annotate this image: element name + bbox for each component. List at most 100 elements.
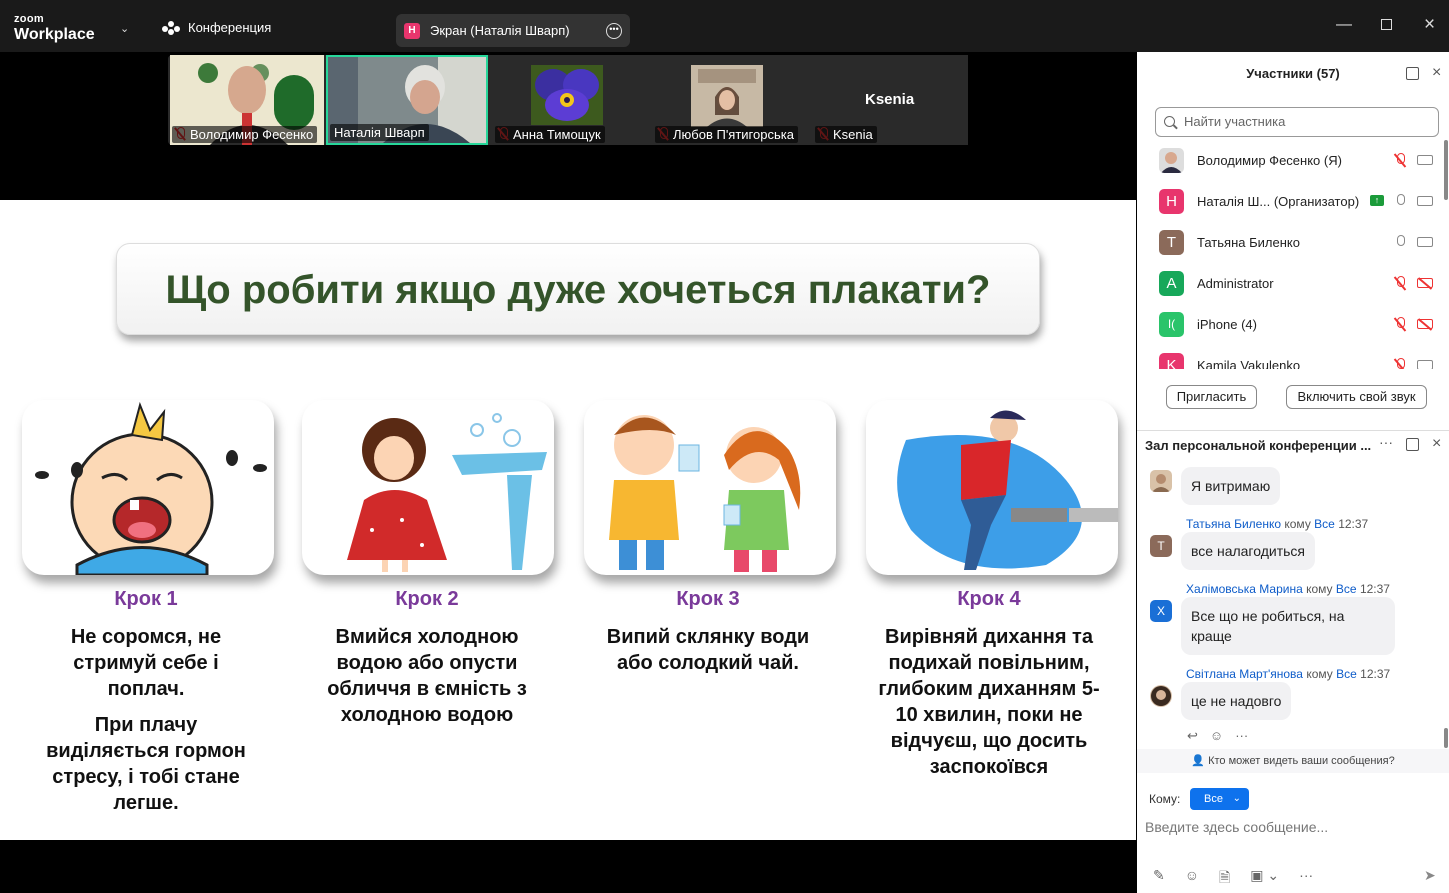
sender-name[interactable]: Світлана Март'янова: [1186, 667, 1303, 681]
more-options-icon[interactable]: •••: [606, 22, 622, 39]
chat-message-input[interactable]: Введите здесь сообщение...: [1145, 819, 1328, 835]
screenshot-icon[interactable]: ▣ ⌄: [1250, 867, 1279, 891]
unmute-button[interactable]: Включить свой звук: [1286, 385, 1427, 409]
maximize-icon[interactable]: [1381, 19, 1392, 30]
brand-small: zoom: [14, 13, 44, 25]
participant-row[interactable]: K Kamila Vakulenko: [1137, 345, 1449, 369]
conference-button[interactable]: Конференция: [162, 20, 271, 35]
brand-big: Workplace: [14, 26, 95, 43]
chevron-down-icon[interactable]: ⌄: [120, 22, 129, 35]
timestamp: 12:37: [1360, 667, 1391, 681]
participants-title: Участники (57): [1246, 66, 1340, 81]
invite-button[interactable]: Пригласить: [1166, 385, 1257, 409]
video-tile[interactable]: Любов П'ятигорська: [653, 55, 813, 145]
person-breathing-image: [897, 410, 1118, 570]
popout-icon[interactable]: [1406, 438, 1419, 451]
participant-name: Наталія Шварп: [330, 124, 429, 141]
sender-avatar: [1150, 470, 1172, 492]
sender-avatar: X: [1150, 600, 1172, 622]
video-tile[interactable]: Володимир Фесенко: [170, 55, 324, 145]
participant-row[interactable]: H Наталія Ш... (Организатор) ↑: [1137, 181, 1449, 222]
format-text-icon[interactable]: ✎: [1153, 867, 1165, 891]
chat-scrollbar[interactable]: [1444, 728, 1448, 748]
privacy-notice[interactable]: 👤 Кто может видеть ваши сообщения?: [1137, 749, 1449, 773]
sender-name[interactable]: Халімовська Марина: [1186, 582, 1303, 596]
step-1-label: Крок 1: [114, 588, 178, 610]
timestamp: 12:37: [1359, 582, 1390, 596]
participant-name: Administrator: [1197, 276, 1274, 291]
participant-row[interactable]: T Татьяна Биленко: [1137, 222, 1449, 263]
step-2-text: Вмийся холодною водою або опусти обличчя…: [316, 624, 538, 728]
participant-avatar: H: [1159, 189, 1184, 214]
minimize-icon[interactable]: —: [1336, 16, 1352, 34]
participant-name: Володимир Фесенко: [172, 126, 318, 143]
emoji-react-icon[interactable]: ☺: [1210, 728, 1223, 744]
top-bar: zoom Workplace ⌄ Конференция H Экран (На…: [0, 0, 1449, 52]
message-meta: Татьяна Биленко кому Все 12:37: [1186, 517, 1368, 531]
screen-share-indicator[interactable]: H Экран (Наталія Шварп) •••: [396, 14, 630, 47]
more-icon[interactable]: ···: [1299, 867, 1313, 891]
video-tile[interactable]: Ksenia Ksenia: [813, 55, 968, 145]
mic-off-icon[interactable]: [1395, 358, 1405, 369]
close-icon[interactable]: ×: [1432, 436, 1445, 452]
popout-icon[interactable]: [1406, 67, 1419, 80]
step-3-illustration: [584, 400, 836, 575]
camera-icon[interactable]: [1417, 196, 1433, 206]
participant-row[interactable]: A Administrator: [1137, 263, 1449, 304]
file-icon[interactable]: 🗎: [1219, 867, 1230, 891]
more-icon[interactable]: ···: [1379, 435, 1393, 450]
mic-off-icon[interactable]: [1395, 317, 1405, 331]
step-4-text-line: Вирівняй дихання та подихай повільним, г…: [878, 626, 1100, 778]
recipient[interactable]: Все: [1336, 667, 1357, 681]
chat-message: це не надовго: [1181, 682, 1292, 720]
emoji-icon[interactable]: ☺: [1185, 867, 1199, 891]
side-panel: Участники (57) × Найти участника Володим…: [1137, 52, 1449, 893]
camera-icon[interactable]: [1417, 237, 1433, 247]
sharer-avatar: H: [404, 22, 420, 39]
participant-avatar: [1159, 148, 1184, 173]
timestamp: 12:37: [1338, 517, 1369, 531]
mic-icon[interactable]: [1395, 235, 1405, 249]
step-1-text-line: При плачу виділяється гормон стресу, і т…: [46, 714, 246, 814]
close-window-icon[interactable]: ×: [1424, 14, 1435, 36]
video-tile-active-speaker[interactable]: Наталія Шварп: [326, 55, 488, 145]
recipient-select[interactable]: Все ⌄: [1190, 788, 1249, 810]
participants-scrollbar[interactable]: [1444, 140, 1448, 200]
step-1-text: Не соромся, не стримуй себе і поплач. Пр…: [36, 624, 256, 816]
slide-title: Що робити якщо дуже хочеться плакати?: [165, 268, 991, 312]
step-4-label: Крок 4: [957, 588, 1021, 610]
camera-icon[interactable]: [1417, 155, 1433, 165]
more-icon[interactable]: ···: [1235, 728, 1248, 744]
mic-off-icon[interactable]: [1395, 153, 1405, 167]
zoom-logo[interactable]: zoom Workplace: [14, 14, 95, 43]
participant-row[interactable]: Володимир Фесенко (Я): [1137, 140, 1449, 181]
screen-share-icon: ↑: [1370, 195, 1384, 206]
recipient[interactable]: Все: [1336, 582, 1357, 596]
video-strip: Володимир Фесенко Наталія Шварп Анна Тим…: [168, 55, 968, 145]
step-3-text: Випий склянку води або солодкий чай.: [596, 624, 820, 676]
camera-off-icon[interactable]: [1417, 319, 1433, 329]
video-tile[interactable]: Анна Тимощук: [493, 55, 653, 145]
mic-off-icon[interactable]: [1395, 276, 1405, 290]
chat-toolbar: ✎ ☺ 🗎 ▣ ⌄ ···: [1153, 867, 1313, 891]
close-icon[interactable]: ×: [1432, 65, 1445, 81]
participant-name: Татьяна Биленко: [1197, 235, 1300, 250]
participant-row[interactable]: I( iPhone (4): [1137, 304, 1449, 345]
to-word: кому: [1306, 582, 1333, 596]
send-icon[interactable]: ➤: [1424, 867, 1436, 884]
sender-name[interactable]: Татьяна Биленко: [1186, 517, 1281, 531]
camera-icon[interactable]: [1417, 360, 1433, 369]
participant-name: Kamila Vakulenko: [1197, 358, 1301, 369]
participant-avatar: K: [1159, 353, 1184, 369]
mic-icon[interactable]: [1395, 194, 1405, 208]
message-meta: Халімовська Марина кому Все 12:37: [1186, 582, 1390, 596]
reply-icon[interactable]: ↩: [1187, 728, 1198, 744]
camera-off-icon[interactable]: [1417, 278, 1433, 288]
crying-child-image: [35, 401, 267, 575]
participant-search-input[interactable]: Найти участника: [1155, 107, 1439, 137]
participant-name: Наталія Ш... (Организатор): [1197, 194, 1360, 209]
sender-avatar: T: [1150, 535, 1172, 557]
chat-message: все налагодиться: [1181, 532, 1315, 570]
recipient[interactable]: Все: [1314, 517, 1335, 531]
participant-avatar: A: [1159, 271, 1184, 296]
